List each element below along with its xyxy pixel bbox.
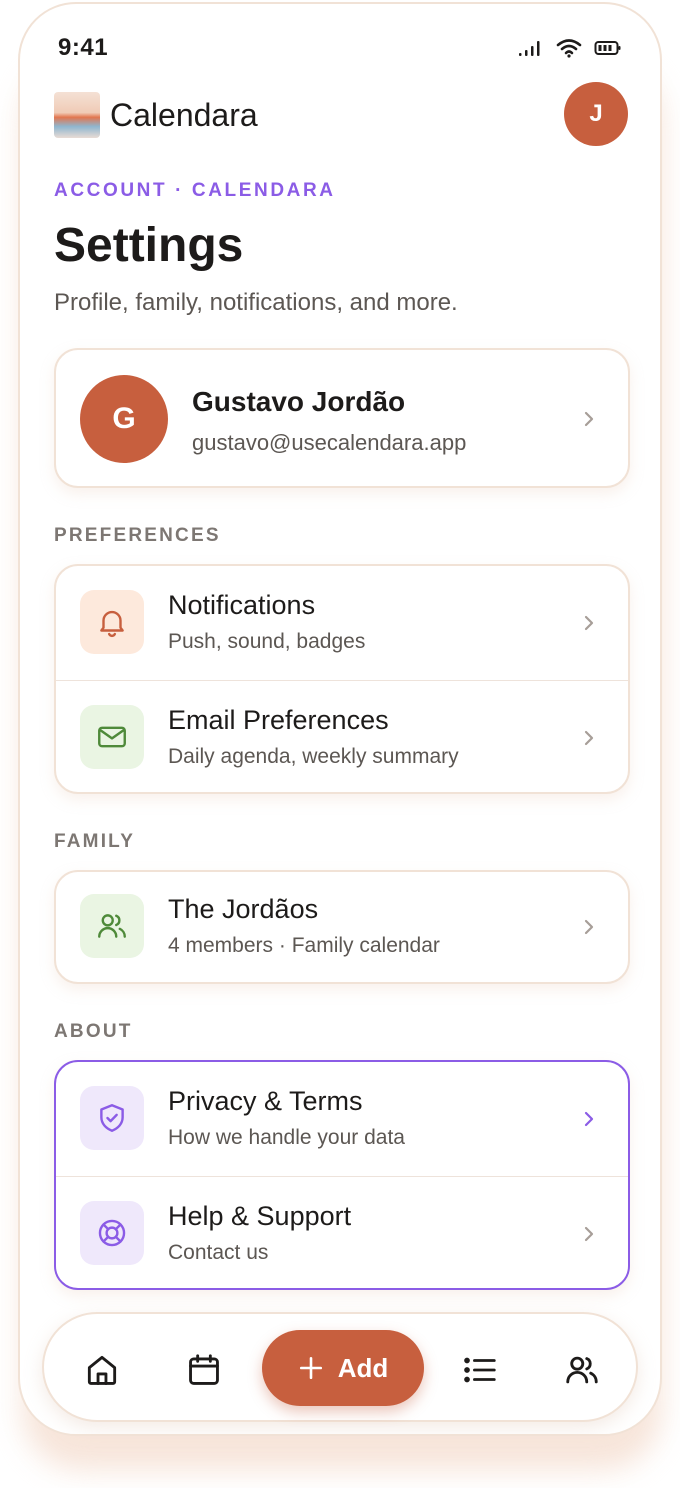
family-card: The Jordãos 4 members · Family calendar bbox=[54, 870, 630, 984]
row-subtitle: Push, sound, badges bbox=[168, 630, 366, 653]
chevron-right-icon bbox=[584, 615, 594, 631]
mail-icon bbox=[80, 705, 144, 769]
users-icon bbox=[80, 894, 144, 958]
user-avatar-button[interactable]: J bbox=[564, 82, 628, 146]
bell-icon bbox=[80, 590, 144, 654]
section-label-family: FAMILY bbox=[54, 831, 136, 852]
settings-row-family[interactable]: The Jordãos 4 members · Family calendar bbox=[56, 872, 628, 982]
chevron-right-icon bbox=[584, 411, 594, 427]
profile-card[interactable]: G Gustavo Jordão gustavo@usecalendara.ap… bbox=[54, 348, 630, 488]
eyebrow-text: ACCOUNT · CALENDARA bbox=[54, 180, 336, 201]
row-subtitle: 4 members · Family calendar bbox=[168, 934, 440, 957]
settings-row-notifications[interactable]: Notifications Push, sound, badges bbox=[56, 566, 628, 680]
chevron-right-icon bbox=[584, 919, 594, 935]
row-title: Help & Support bbox=[168, 1201, 352, 1231]
row-title: Email Preferences bbox=[168, 705, 389, 735]
phone-frame: 9:41 Calendara J ACCOUNT · CALENDARA Set… bbox=[18, 2, 662, 1436]
home-icon bbox=[87, 1355, 117, 1385]
settings-row-help-support[interactable]: Help & Support Contact us bbox=[56, 1176, 628, 1288]
chevron-right-icon bbox=[584, 730, 594, 746]
nav-family-button[interactable] bbox=[562, 1350, 602, 1390]
signal-icon bbox=[519, 41, 540, 56]
chevron-right-icon bbox=[584, 1111, 594, 1127]
users-icon bbox=[566, 1356, 598, 1384]
page-title: Settings bbox=[54, 219, 244, 272]
preferences-card: Notifications Push, sound, badges Email … bbox=[54, 564, 630, 794]
row-title: The Jordãos bbox=[168, 894, 319, 924]
app-logo bbox=[54, 92, 100, 138]
section-label-preferences: PREFERENCES bbox=[54, 525, 221, 546]
nav-list-button[interactable] bbox=[460, 1350, 500, 1390]
app-name: Calendara bbox=[110, 96, 258, 133]
add-button[interactable]: Add bbox=[262, 1330, 424, 1406]
wifi-icon bbox=[556, 39, 582, 58]
nav-calendar-button[interactable] bbox=[184, 1350, 224, 1390]
list-icon bbox=[464, 1357, 496, 1383]
profile-email: gustavo@usecalendara.app bbox=[192, 430, 467, 455]
app-header: Calendara bbox=[54, 92, 258, 138]
plus-icon bbox=[299, 1356, 322, 1380]
status-icons bbox=[518, 38, 622, 58]
shield-check-icon bbox=[80, 1086, 144, 1150]
profile-avatar: G bbox=[80, 375, 168, 463]
row-subtitle: Contact us bbox=[168, 1241, 269, 1264]
status-time: 9:41 bbox=[58, 34, 109, 61]
row-subtitle: Daily agenda, weekly summary bbox=[168, 745, 459, 768]
row-subtitle: How we handle your data bbox=[168, 1126, 405, 1149]
add-button-label: Add bbox=[337, 1352, 389, 1383]
settings-row-email-preferences[interactable]: Email Preferences Daily agenda, weekly s… bbox=[56, 680, 628, 792]
bottom-nav: Add bbox=[42, 1312, 638, 1422]
settings-row-privacy-terms[interactable]: Privacy & Terms How we handle your data bbox=[56, 1062, 628, 1176]
lifebuoy-icon bbox=[80, 1201, 144, 1265]
row-title: Privacy & Terms bbox=[168, 1086, 363, 1116]
nav-home-button[interactable] bbox=[82, 1350, 122, 1390]
battery-icon bbox=[594, 41, 621, 55]
calendar-icon bbox=[189, 1354, 219, 1385]
chevron-right-icon bbox=[584, 1226, 594, 1242]
page-subtitle: Profile, family, notifications, and more… bbox=[54, 289, 458, 316]
section-label-about: ABOUT bbox=[54, 1021, 133, 1042]
about-card: Privacy & Terms How we handle your data … bbox=[54, 1060, 630, 1290]
profile-name: Gustavo Jordão bbox=[192, 386, 406, 417]
row-title: Notifications bbox=[168, 590, 316, 620]
